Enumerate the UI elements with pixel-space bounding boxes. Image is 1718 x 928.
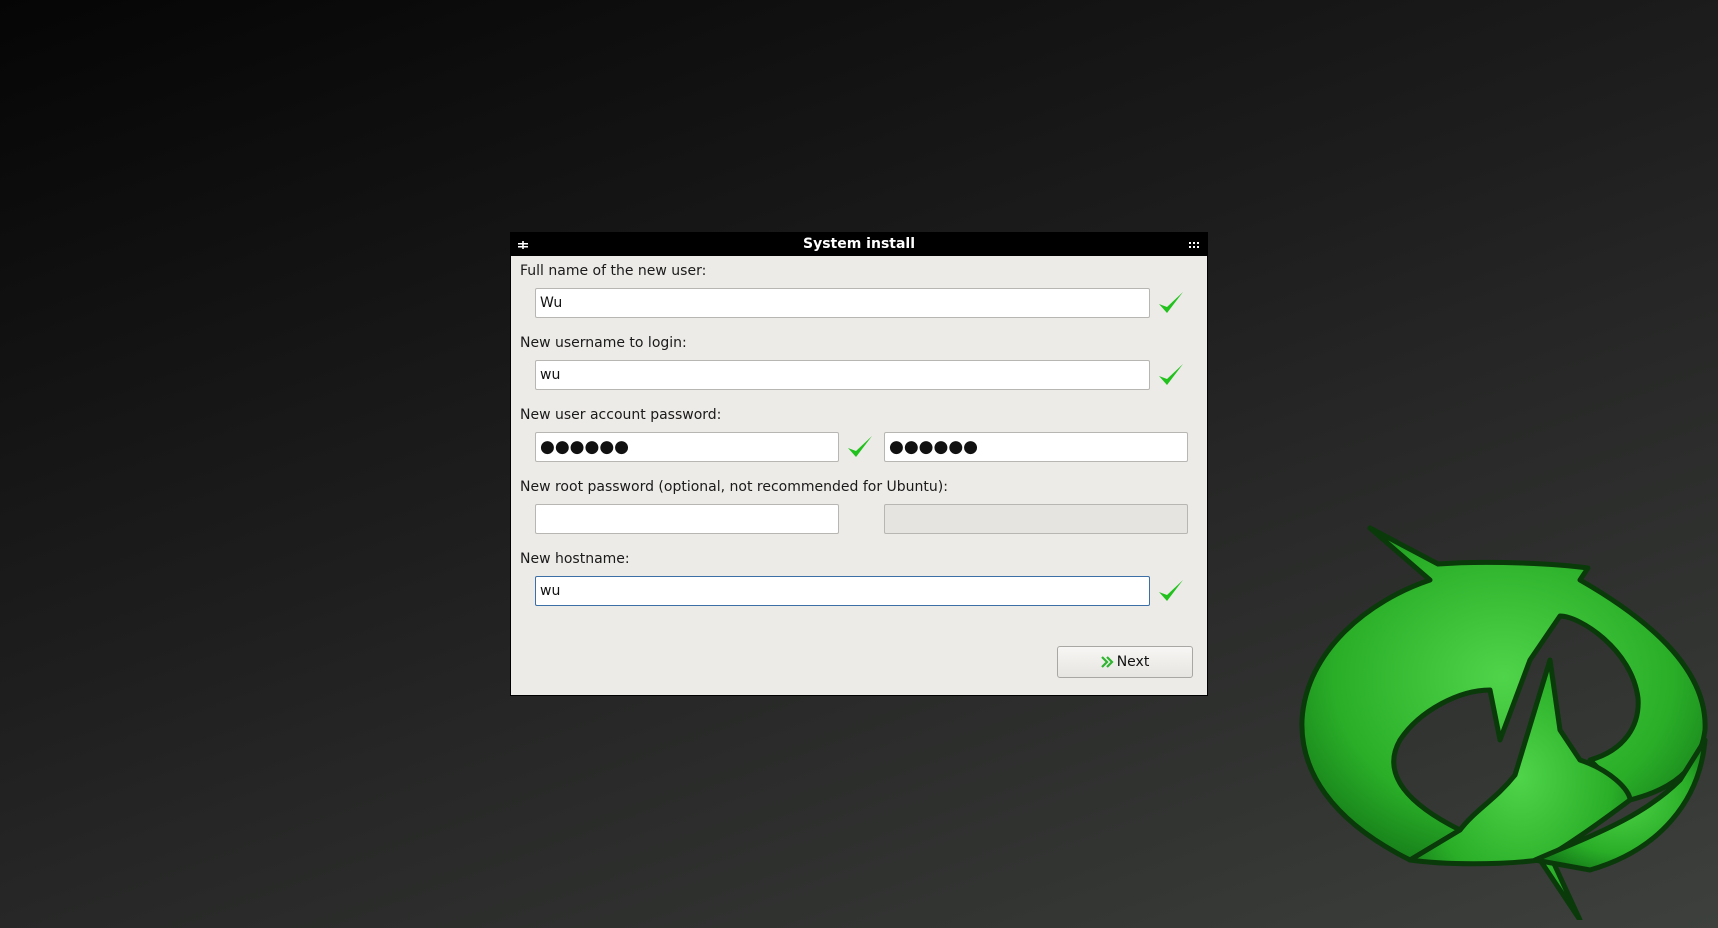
full-name-label: Full name of the new user: — [520, 263, 707, 279]
check-icon — [1159, 292, 1183, 313]
check-icon — [848, 436, 872, 457]
user-password-confirm-input[interactable]: ●●●●●● — [884, 432, 1188, 462]
window-menu-icon[interactable] — [516, 233, 530, 256]
install-form: Full name of the new user: Wu New userna… — [511, 256, 1207, 695]
window-title: System install — [802, 236, 916, 252]
window-grip-icon[interactable] — [1188, 233, 1202, 256]
hostname-label: New hostname: — [520, 551, 630, 567]
window-titlebar[interactable]: System install — [511, 233, 1207, 256]
check-icon — [1159, 364, 1183, 385]
double-chevron-right-icon — [1100, 656, 1114, 668]
next-button[interactable]: Next — [1057, 646, 1193, 678]
root-password-confirm-input[interactable] — [884, 504, 1188, 534]
username-label: New username to login: — [520, 335, 687, 351]
next-button-label: Next — [1116, 654, 1150, 670]
refresh-arrows-logo — [1260, 520, 1710, 920]
root-password-input[interactable] — [535, 504, 839, 534]
user-password-input[interactable]: ●●●●●● — [535, 432, 839, 462]
user-password-label: New user account password: — [520, 407, 722, 423]
refresh-arrows-icon — [1299, 525, 1708, 920]
system-install-window: System install Full name of the new user… — [510, 232, 1208, 696]
check-icon — [1159, 580, 1183, 601]
hostname-input[interactable]: wu — [535, 576, 1150, 606]
full-name-input[interactable]: Wu — [535, 288, 1150, 318]
username-input[interactable]: wu — [535, 360, 1150, 390]
root-password-label: New root password (optional, not recomme… — [520, 479, 948, 495]
